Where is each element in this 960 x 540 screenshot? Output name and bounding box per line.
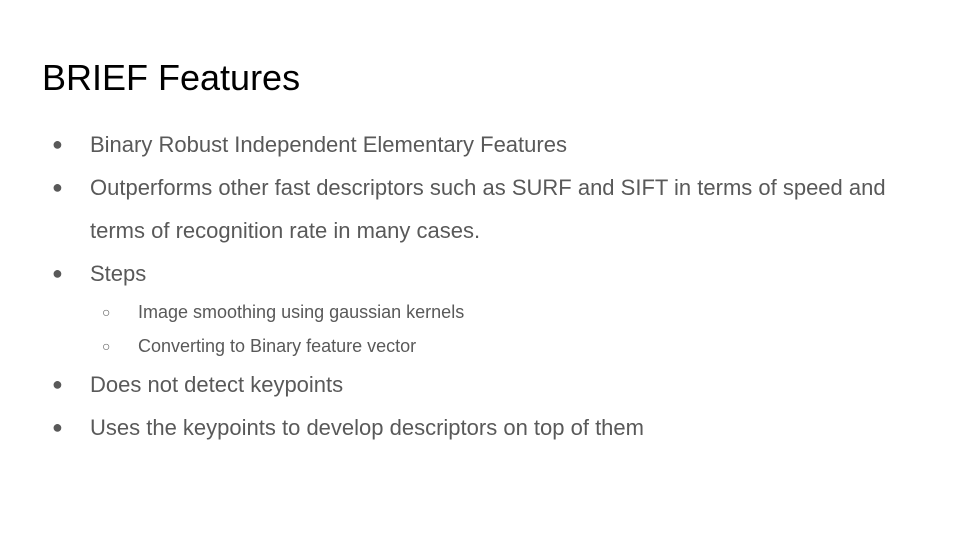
slide-title: BRIEF Features bbox=[42, 57, 301, 98]
bullet-text: Steps bbox=[90, 261, 147, 286]
bullet-text: Outperforms other fast descriptors such … bbox=[90, 175, 886, 243]
bullet-text: Uses the keypoints to develop descriptor… bbox=[90, 415, 644, 440]
slide-body: ● Binary Robust Independent Elementary F… bbox=[0, 123, 960, 449]
bullet-dot-icon: ● bbox=[52, 177, 63, 197]
bullet-dot-icon: ● bbox=[52, 417, 63, 437]
bullet-dot-icon: ● bbox=[52, 134, 63, 154]
hollow-circle-icon: ○ bbox=[102, 338, 111, 354]
bullet-dot-icon: ● bbox=[52, 374, 63, 394]
bullet-text: Binary Robust Independent Elementary Fea… bbox=[90, 132, 567, 157]
sub-bullet-item: ○ Converting to Binary feature vector bbox=[0, 329, 960, 363]
hollow-circle-icon: ○ bbox=[102, 304, 111, 320]
sub-bullet-item: ○ Image smoothing using gaussian kernels bbox=[0, 295, 960, 329]
slide: BRIEF Features ● Binary Robust Independe… bbox=[0, 0, 960, 540]
bullet-item: ● Uses the keypoints to develop descript… bbox=[0, 406, 960, 449]
bullet-text: Does not detect keypoints bbox=[90, 372, 344, 397]
bullet-item: ● Outperforms other fast descriptors suc… bbox=[0, 166, 960, 252]
sub-bullet-text: Converting to Binary feature vector bbox=[138, 336, 417, 356]
bullet-item: ● Binary Robust Independent Elementary F… bbox=[0, 123, 960, 166]
sub-bullet-list: ○ Image smoothing using gaussian kernels… bbox=[0, 295, 960, 363]
bullet-item: ● Steps bbox=[0, 252, 960, 295]
bullet-dot-icon: ● bbox=[52, 263, 63, 283]
sub-bullet-text: Image smoothing using gaussian kernels bbox=[138, 302, 465, 322]
bullet-item: ● Does not detect keypoints bbox=[0, 363, 960, 406]
